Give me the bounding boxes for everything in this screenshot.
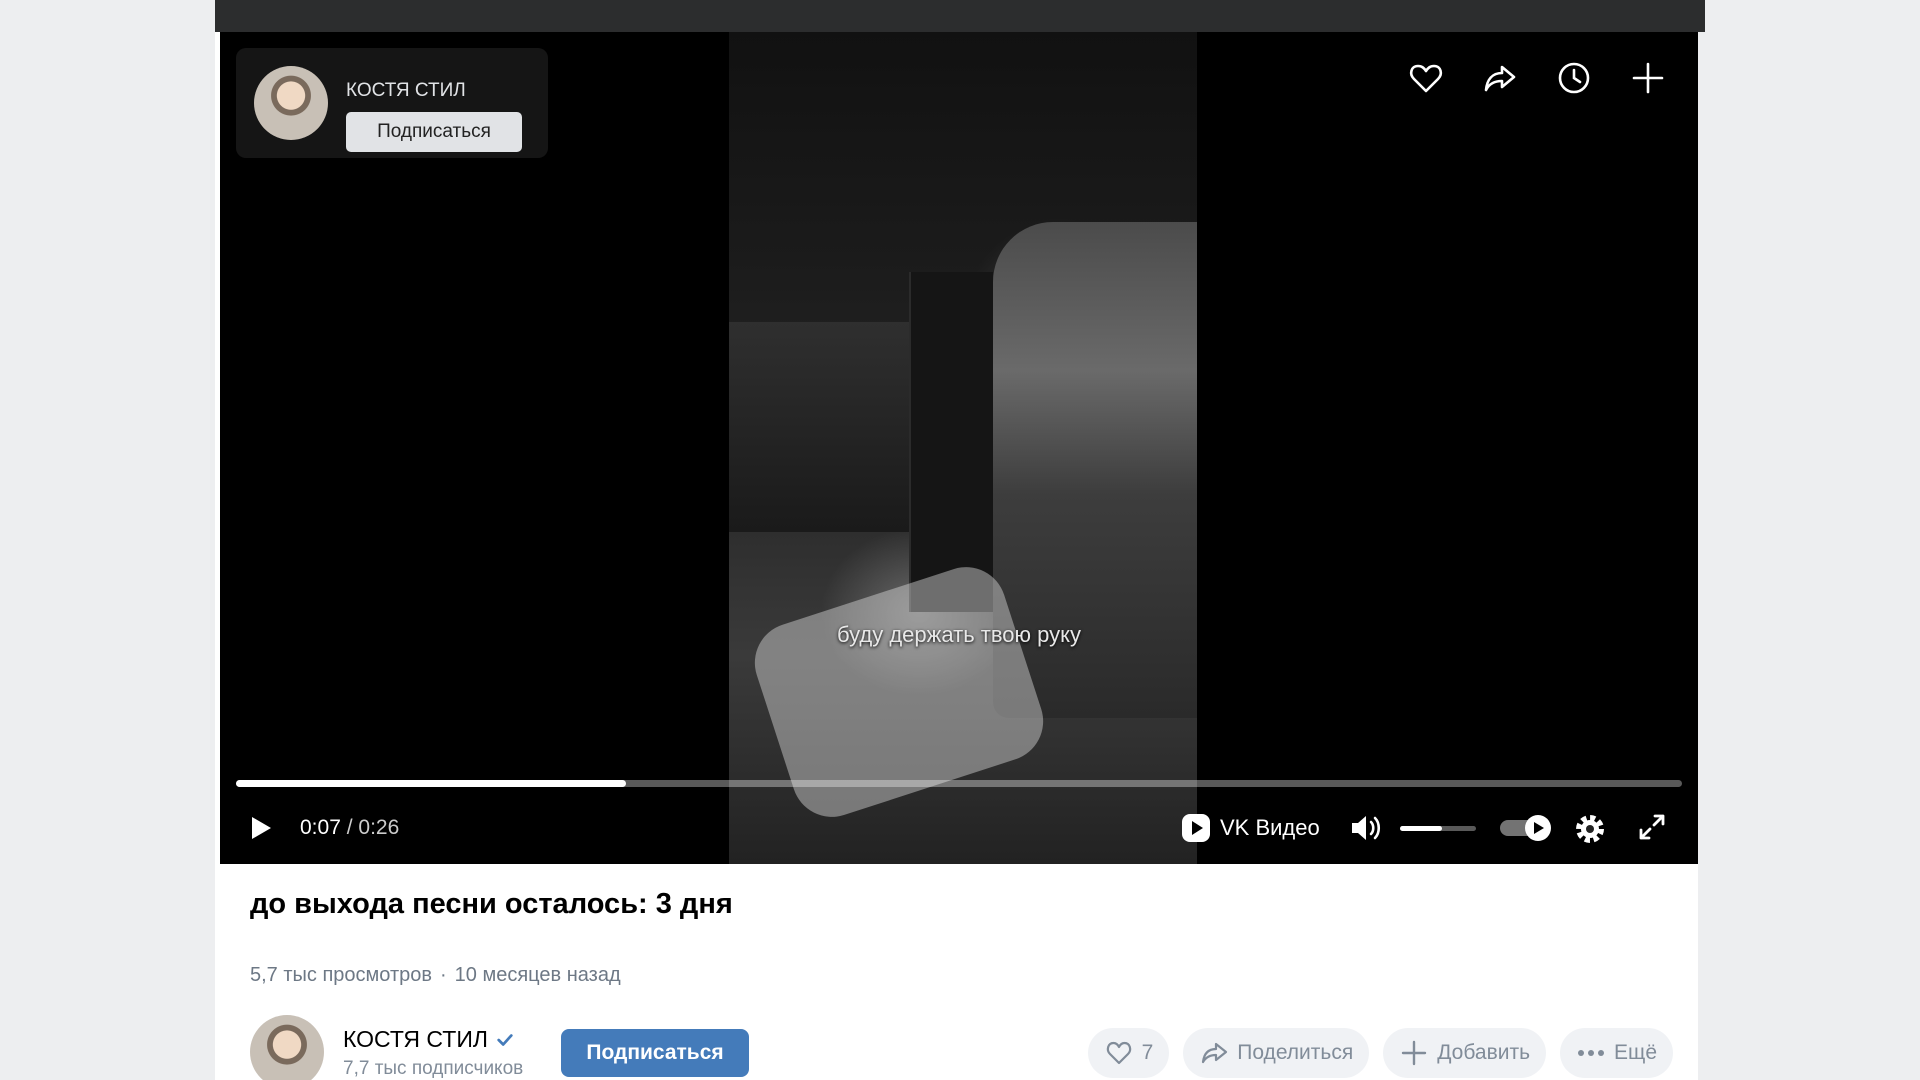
video-frame[interactable] xyxy=(729,32,1197,864)
player-top-actions xyxy=(1406,58,1668,98)
share-icon[interactable] xyxy=(1480,58,1520,98)
add-button[interactable]: Добавить xyxy=(1383,1028,1547,1078)
time-current: 0:07 xyxy=(300,816,341,839)
subscribe-button[interactable]: Подписаться xyxy=(561,1029,749,1077)
channel-avatar[interactable] xyxy=(250,1015,324,1080)
subscriber-count: 7,7 тыс подписчиков xyxy=(343,1058,524,1079)
clock-icon[interactable] xyxy=(1554,58,1594,98)
time-display: 0:07 / 0:26 xyxy=(300,816,399,840)
verified-icon xyxy=(497,1033,513,1046)
video-actions: 7 Поделиться Добавить Ещё xyxy=(1087,1028,1673,1078)
fullscreen-icon[interactable] xyxy=(1636,811,1668,843)
meta-separator: · xyxy=(440,964,447,986)
volume-icon[interactable] xyxy=(1348,811,1384,845)
like-button[interactable]: 7 xyxy=(1087,1028,1170,1078)
play-icon[interactable] xyxy=(242,810,278,846)
share-label: Поделиться xyxy=(1237,1041,1354,1064)
heart-icon[interactable] xyxy=(1406,58,1446,98)
heart-icon xyxy=(1106,1041,1131,1065)
view-count: 5,7 тыс просмотров xyxy=(250,964,432,986)
volume-slider[interactable] xyxy=(1400,826,1476,831)
video-scene-door xyxy=(909,272,993,612)
plus-icon[interactable] xyxy=(1628,58,1668,98)
time-separator: / xyxy=(340,816,359,839)
time-total: 0:26 xyxy=(358,816,400,839)
channel-name-row[interactable]: КОСТЯ СТИЛ xyxy=(343,1026,514,1053)
add-label: Добавить xyxy=(1437,1041,1531,1064)
more-label: Ещё xyxy=(1614,1041,1657,1064)
upload-age: 10 месяцев назад xyxy=(454,964,621,986)
progress-fill xyxy=(236,780,627,787)
like-count: 7 xyxy=(1141,1041,1154,1064)
vk-video-brand: VK Видео xyxy=(1220,815,1320,840)
video-meta: 5,7 тыс просмотров · 10 месяцев назад xyxy=(250,964,621,987)
player-subscribe-button[interactable]: Подписаться xyxy=(346,112,522,152)
player-controls: 0:07 / 0:26 VK Видео xyxy=(220,802,1698,854)
share-button[interactable]: Поделиться xyxy=(1183,1028,1370,1078)
video-title: до выхода песни осталось: 3 дня xyxy=(250,888,733,920)
player-channel-card: КОСТЯ СТИЛ Подписаться xyxy=(236,48,548,158)
channel-name[interactable]: КОСТЯ СТИЛ xyxy=(343,1026,488,1053)
volume-fill xyxy=(1400,826,1442,831)
share-icon xyxy=(1202,1042,1228,1064)
more-dots-icon xyxy=(1578,1050,1605,1056)
avatar[interactable] xyxy=(254,66,328,140)
channel-name[interactable]: КОСТЯ СТИЛ xyxy=(346,80,466,102)
more-button[interactable]: Ещё xyxy=(1560,1028,1673,1078)
autoplay-toggle[interactable] xyxy=(1500,814,1554,842)
vk-video-logo[interactable]: VK Видео xyxy=(1180,812,1320,844)
video-modal: КОСТЯ СТИЛ Подписаться буду держать твою… xyxy=(215,32,1698,1080)
video-player[interactable]: КОСТЯ СТИЛ Подписаться буду держать твою… xyxy=(220,32,1698,864)
video-subtitle: буду держать твою руку xyxy=(837,622,1081,647)
plus-icon xyxy=(1402,1040,1427,1066)
vk-play-logo-icon xyxy=(1182,814,1210,842)
video-scene-window xyxy=(729,322,909,532)
backdrop-top-bar xyxy=(215,0,1705,32)
gear-icon[interactable] xyxy=(1572,811,1608,847)
progress-bar[interactable] xyxy=(236,780,1682,787)
